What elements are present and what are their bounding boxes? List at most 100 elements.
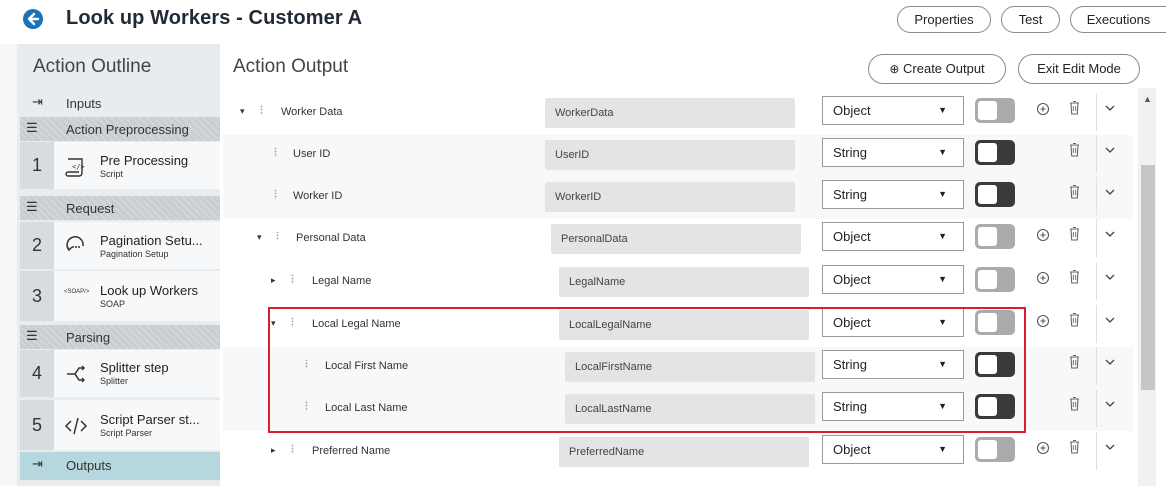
outline-outputs[interactable]: ⇥ Outputs <box>20 452 220 480</box>
step-number: 1 <box>20 142 54 189</box>
chevron-down-icon[interactable] <box>1105 188 1115 196</box>
header-bar: Look up Workers - Customer A Properties … <box>0 0 1166 40</box>
toggle-knob <box>978 101 997 120</box>
toggle-switch[interactable] <box>975 182 1015 207</box>
step-type: SOAP <box>100 299 126 309</box>
divider <box>1096 135 1097 173</box>
divider <box>1096 262 1097 300</box>
trash-icon[interactable] <box>1069 100 1080 115</box>
outline-step-4[interactable]: 4 Splitter step Splitter <box>20 350 220 397</box>
drag-handle-icon[interactable] <box>276 231 279 241</box>
toggle-switch[interactable] <box>975 267 1015 292</box>
output-row-legalname: ▸ Legal Name LegalName Object ▼ <box>223 262 1133 304</box>
field-name: Preferred Name <box>312 445 391 457</box>
add-child-icon[interactable] <box>1036 441 1050 455</box>
chevron-down-icon[interactable] <box>1105 316 1115 324</box>
outline-step-1[interactable]: 1 </> Pre Processing Script <box>20 142 220 189</box>
trash-icon[interactable] <box>1069 184 1080 199</box>
field-path-input[interactable]: WorkerData <box>545 98 795 128</box>
properties-button[interactable]: Properties <box>897 6 991 33</box>
caret-right-icon[interactable]: ▸ <box>271 275 276 286</box>
toggle-knob <box>978 185 997 204</box>
drag-handle-icon[interactable] <box>274 147 277 157</box>
add-child-icon[interactable] <box>1036 102 1050 116</box>
type-select[interactable]: Object ▼ <box>822 265 964 294</box>
caret-down-icon[interactable]: ▾ <box>240 106 245 117</box>
back-arrow-icon[interactable] <box>22 8 44 30</box>
create-output-button[interactable]: ⊕ Create Output <box>868 54 1006 84</box>
chevron-down-icon[interactable] <box>1105 443 1115 451</box>
step-type: Script Parser <box>100 428 153 438</box>
step-number: 5 <box>20 400 54 450</box>
field-path-input[interactable]: UserID <box>545 140 795 170</box>
field-name: Worker ID <box>293 190 343 202</box>
trash-icon[interactable] <box>1069 396 1080 411</box>
divider <box>1096 305 1097 343</box>
exit-edit-mode-button[interactable]: Exit Edit Mode <box>1018 54 1140 84</box>
step-name: Pagination Setu... <box>100 233 203 248</box>
outline-step-2[interactable]: 2 Pagination Setu... Pagination Setup <box>20 222 220 269</box>
caret-down-icon[interactable]: ▾ <box>257 232 262 243</box>
divider <box>1096 219 1097 257</box>
executions-button[interactable]: Executions <box>1070 6 1166 33</box>
divider <box>1096 177 1097 215</box>
trash-icon[interactable] <box>1069 269 1080 284</box>
output-row-userid: User ID UserID String ▼ <box>223 135 1133 177</box>
outline-step-5[interactable]: 5 Script Parser st... Script Parser <box>20 400 220 450</box>
scroll-up-icon[interactable]: ▲ <box>1143 94 1152 104</box>
pagination-icon <box>66 236 84 252</box>
splitter-icon <box>67 365 85 383</box>
add-child-icon[interactable] <box>1036 228 1050 242</box>
test-button[interactable]: Test <box>1001 6 1060 33</box>
field-path-input[interactable]: PreferredName <box>559 437 809 467</box>
divider <box>1096 93 1097 131</box>
toggle-knob <box>978 440 997 459</box>
type-select[interactable]: String ▼ <box>822 138 964 167</box>
drag-handle-icon[interactable] <box>291 274 294 284</box>
drag-handle-icon[interactable] <box>274 189 277 199</box>
chevron-down-icon[interactable] <box>1105 358 1115 366</box>
trash-icon[interactable] <box>1069 354 1080 369</box>
soap-icon: <SOAP/> <box>64 289 90 295</box>
toggle-switch[interactable] <box>975 437 1015 462</box>
type-select[interactable]: String ▼ <box>822 180 964 209</box>
type-select[interactable]: Object ▼ <box>822 222 964 251</box>
field-path-input[interactable]: WorkerID <box>545 182 795 212</box>
caret-right-icon[interactable]: ▸ <box>271 445 276 456</box>
output-row-workerid: Worker ID WorkerID String ▼ <box>223 177 1133 219</box>
toggle-switch[interactable] <box>975 140 1015 165</box>
drag-handle-icon[interactable] <box>260 105 263 115</box>
outline-inputs[interactable]: ⇥ Inputs <box>20 90 220 116</box>
dropdown-arrow-icon: ▼ <box>938 444 947 454</box>
add-child-icon[interactable] <box>1036 314 1050 328</box>
field-path-input[interactable]: PersonalData <box>551 224 801 254</box>
type-value: Object <box>833 229 871 244</box>
field-name: User ID <box>293 148 331 160</box>
trash-icon[interactable] <box>1069 312 1080 327</box>
divider <box>1096 432 1097 470</box>
trash-icon[interactable] <box>1069 142 1080 157</box>
trash-icon[interactable] <box>1069 226 1080 241</box>
type-select[interactable]: Object ▼ <box>822 435 964 464</box>
toggle-switch[interactable] <box>975 224 1015 249</box>
field-name: Worker Data <box>281 106 343 118</box>
chevron-down-icon[interactable] <box>1105 400 1115 408</box>
chevron-down-icon[interactable] <box>1105 146 1115 154</box>
outline-step-3[interactable]: 3 <SOAP/> Look up Workers SOAP <box>20 271 220 321</box>
section-label: Request <box>66 201 115 216</box>
trash-icon[interactable] <box>1069 439 1080 454</box>
divider <box>1096 389 1097 427</box>
scrollbar-thumb[interactable] <box>1141 165 1155 390</box>
chevron-down-icon[interactable] <box>1105 230 1115 238</box>
output-row-personaldata: ▾ Personal Data PersonalData Object ▼ <box>223 219 1133 261</box>
type-select[interactable]: Object ▼ <box>822 96 964 125</box>
drag-handle-icon[interactable] <box>291 444 294 454</box>
toggle-switch[interactable] <box>975 98 1015 123</box>
outline-inputs-label: Inputs <box>66 96 102 111</box>
dropdown-arrow-icon: ▼ <box>938 274 947 284</box>
chevron-down-icon[interactable] <box>1105 273 1115 281</box>
chevron-down-icon[interactable] <box>1105 104 1115 112</box>
add-child-icon[interactable] <box>1036 271 1050 285</box>
field-path-input[interactable]: LegalName <box>559 267 809 297</box>
step-name: Script Parser st... <box>100 412 200 427</box>
